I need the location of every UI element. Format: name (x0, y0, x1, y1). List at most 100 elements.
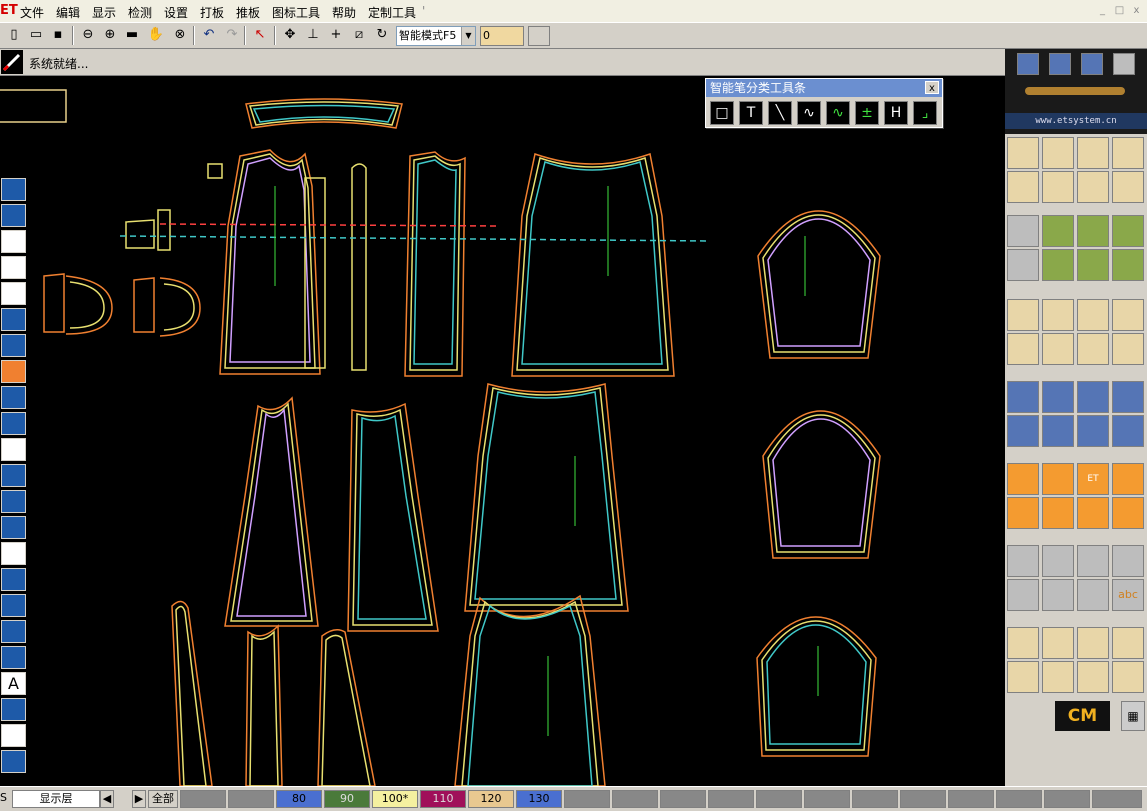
close-button[interactable]: x (1130, 5, 1143, 17)
redo-icon[interactable]: ↷ (222, 25, 242, 45)
zoom-out-icon[interactable]: ⊖ (78, 25, 98, 45)
lamp-icon[interactable] (1042, 299, 1074, 331)
mirror-icon[interactable]: ⧄ (349, 25, 369, 45)
layer-select[interactable]: 显示层 (12, 790, 100, 808)
fit-screen-icon[interactable]: ▬ (122, 25, 142, 45)
stethoscope-icon[interactable] (1112, 661, 1144, 693)
square-tool-icon[interactable] (1, 334, 26, 357)
abc-icon[interactable]: abc (1112, 579, 1144, 611)
menu-view[interactable]: 显示 (92, 4, 116, 21)
pin-icon[interactable] (1007, 249, 1039, 281)
boot-icon[interactable] (1112, 333, 1144, 365)
menu-check[interactable]: 检测 (128, 4, 152, 21)
et-icon[interactable]: ET (1077, 463, 1109, 495)
cut-pattern-icon[interactable] (1042, 249, 1074, 281)
minimize-button[interactable]: _ (1096, 5, 1109, 17)
download-icon[interactable] (1042, 463, 1074, 495)
select-delete-icon[interactable]: ↖ (250, 25, 270, 45)
size-120[interactable]: 120 (468, 790, 514, 808)
print-icon[interactable] (1113, 53, 1135, 75)
ruler-icon[interactable] (1112, 415, 1144, 447)
cloth-fold-icon[interactable] (1077, 333, 1109, 365)
size-slot-empty[interactable] (708, 790, 754, 808)
extra-tool-icon[interactable] (1, 750, 26, 773)
menu-grading[interactable]: 推板 (236, 4, 260, 21)
pan-hand-icon[interactable]: ✋ (146, 25, 166, 45)
menu-settings[interactable]: 设置 (164, 4, 188, 21)
grid-tool-icon[interactable] (1, 646, 26, 669)
text-tool-icon[interactable]: A (1, 672, 26, 695)
point-icon[interactable] (1042, 137, 1074, 169)
size-80[interactable]: 80 (276, 790, 322, 808)
size-slot-empty[interactable] (180, 790, 226, 808)
triangle-icon[interactable] (1042, 627, 1074, 659)
lampshade-icon[interactable] (1112, 381, 1144, 413)
size-110[interactable]: 110 (420, 790, 466, 808)
rect-icon[interactable]: □ (710, 101, 734, 125)
diagonal-line-icon[interactable]: ╲ (768, 101, 792, 125)
mode-select[interactable]: 智能模式F5 ▼ (396, 26, 476, 46)
measure-tool-icon[interactable] (1, 464, 26, 487)
smart-pen-icon[interactable] (1, 178, 26, 201)
size-slot-empty[interactable] (228, 790, 274, 808)
help-tool-icon[interactable] (1, 360, 26, 383)
piece-tool-icon[interactable] (1, 386, 26, 409)
drawing-canvas[interactable] (0, 76, 1005, 786)
size-slot-empty[interactable] (660, 790, 706, 808)
restore-button[interactable]: □ (1113, 5, 1126, 17)
moon-icon[interactable] (1077, 579, 1109, 611)
size-100[interactable]: 100* (372, 790, 418, 808)
plus-icon[interactable] (1112, 545, 1144, 577)
size-slot-empty[interactable] (1092, 790, 1142, 808)
dart-tool-icon[interactable] (1, 438, 26, 461)
angle-tool-icon[interactable] (1, 620, 26, 643)
zoom-window-icon[interactable]: ⊗ (170, 25, 190, 45)
rotate-icon[interactable]: ↻ (372, 25, 392, 45)
value-input[interactable]: 0 (480, 26, 524, 46)
menu-file[interactable]: 文件 (20, 4, 44, 21)
grid-piece-icon[interactable] (1042, 579, 1074, 611)
measure-tape-icon[interactable] (1007, 137, 1039, 169)
curve-tool-icon[interactable] (1, 204, 26, 227)
chart-icon[interactable] (1042, 497, 1074, 529)
save-icon[interactable]: ▪ (48, 25, 68, 45)
size-slot-empty[interactable] (564, 790, 610, 808)
prev-arrow-icon[interactable]: ◀ (100, 790, 114, 808)
move-icon[interactable]: ✥ (280, 25, 300, 45)
wave-icon[interactable] (1077, 627, 1109, 659)
wave-curve-icon[interactable]: ∿ (797, 101, 821, 125)
delete-notch-icon[interactable] (1112, 249, 1144, 281)
settings-mode-icon[interactable] (1081, 53, 1103, 75)
menu-pattern[interactable]: 打板 (200, 4, 224, 21)
sew-line-icon[interactable] (1, 698, 26, 721)
all-sizes-button[interactable]: 全部 (148, 790, 178, 808)
scissors-icon[interactable] (1077, 137, 1109, 169)
distribute-icon[interactable] (1042, 381, 1074, 413)
mountain-icon[interactable] (1077, 249, 1109, 281)
size-slot-empty[interactable] (612, 790, 658, 808)
armhole-icon[interactable] (1007, 171, 1039, 203)
rectangle-tool-icon[interactable] (1, 308, 26, 331)
cross-icon[interactable] (1112, 463, 1144, 495)
fold-tool-icon[interactable] (1, 568, 26, 591)
corner-line-icon[interactable]: ⌟ (913, 101, 937, 125)
cup-shape-icon[interactable] (1042, 545, 1074, 577)
sewing-machine-icon[interactable] (1007, 299, 1039, 331)
menu-icon-tools[interactable]: 图标工具 (272, 4, 320, 21)
collar-icon[interactable] (1077, 215, 1109, 247)
chart-mode-icon[interactable] (1049, 53, 1071, 75)
wrench-icon[interactable] (1007, 579, 1039, 611)
seam-tool-icon[interactable] (1, 594, 26, 617)
cup-icon[interactable] (1007, 333, 1039, 365)
pen-tool-icon[interactable] (1007, 661, 1039, 693)
piece-outline-icon[interactable] (1, 724, 26, 747)
crosshair-icon[interactable]: + (326, 25, 346, 45)
gusset-icon[interactable] (1042, 333, 1074, 365)
diagonal-icon[interactable] (1077, 415, 1109, 447)
line-tool-icon[interactable] (1, 230, 26, 253)
menu-help[interactable]: 帮助 (332, 4, 356, 21)
fan-icon[interactable] (1007, 545, 1039, 577)
size-slot-empty[interactable] (804, 790, 850, 808)
offset-line-icon[interactable]: ± (855, 101, 879, 125)
size-slot-empty[interactable] (996, 790, 1042, 808)
